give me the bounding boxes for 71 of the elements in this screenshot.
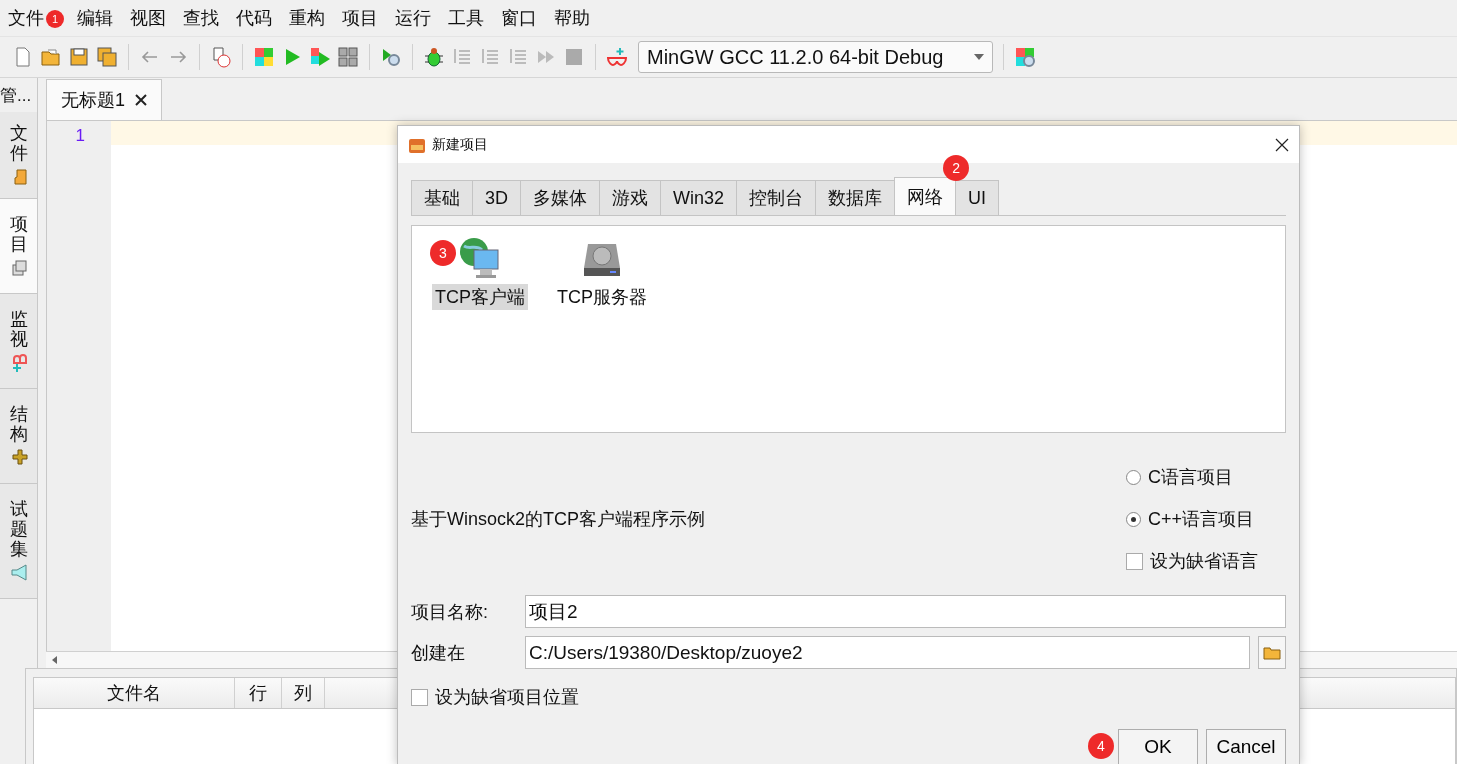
column-header: 行	[235, 678, 282, 708]
dropdown-caret-icon	[974, 54, 984, 60]
menu-item[interactable]: 查找	[183, 4, 219, 32]
category-tab[interactable]: Win32	[660, 180, 738, 215]
close-icon[interactable]	[1275, 137, 1289, 152]
globe-monitor-icon	[458, 236, 502, 280]
template-item[interactable]: TCP服务器	[554, 284, 650, 310]
field-label: 创建在	[411, 641, 466, 665]
radio-label: C语言项目	[1148, 466, 1233, 489]
menu-item[interactable]: 视图	[130, 4, 166, 32]
folder-icon	[1263, 645, 1281, 660]
pages-icon	[9, 258, 28, 277]
project-name-field[interactable]: 项目2	[525, 595, 1286, 628]
column-header: 文件名	[34, 678, 235, 708]
radio-label: C++语言项目	[1148, 508, 1255, 531]
menu-item[interactable]: 代码	[236, 4, 272, 32]
compiler-options-icon[interactable]	[1014, 46, 1036, 68]
checkbox[interactable]	[1126, 552, 1143, 570]
category-tab[interactable]: 游戏	[599, 180, 661, 215]
editor-tab[interactable]: 无标题1	[46, 79, 162, 120]
radio-button[interactable]	[1126, 511, 1141, 527]
template-description: 基于Winsock2的TCP客户端程序示例	[411, 508, 706, 531]
compile-run-icon[interactable]	[309, 46, 331, 68]
step-number-badge: 1	[46, 10, 64, 28]
location-field[interactable]: C:/Users/19380/Desktop/zuoye2	[525, 636, 1250, 669]
compiler-dropdown[interactable]: MinGW GCC 11.2.0 64-bit Debug	[638, 41, 993, 73]
template-item[interactable]: TCP客户端	[432, 284, 528, 310]
line-number: 1	[75, 125, 85, 147]
menu-item[interactable]: 工具	[448, 4, 484, 32]
category-tab[interactable]: 基础	[411, 180, 473, 215]
panel-title: 管...	[0, 84, 33, 107]
side-tab[interactable]: 试题集	[0, 484, 37, 599]
menu-item[interactable]: 重构	[289, 4, 325, 32]
menu-item[interactable]: 帮助	[554, 4, 590, 32]
checkbox[interactable]	[411, 688, 428, 706]
category-tab[interactable]: 控制台	[736, 180, 817, 215]
side-tab[interactable]: 项目	[0, 199, 37, 294]
scroll-left-icon[interactable]	[50, 655, 60, 665]
menu-item[interactable]: 项目	[342, 4, 378, 32]
browse-button[interactable]	[1258, 636, 1286, 669]
side-tab[interactable]: 文件	[0, 112, 37, 199]
category-tab[interactable]: UI	[955, 180, 1000, 215]
category-tab[interactable]: 多媒体	[520, 180, 600, 215]
stop-icon[interactable]	[563, 46, 585, 68]
step-number-badge: 3	[430, 240, 456, 266]
category-tab[interactable]: 3D	[472, 180, 521, 215]
menu-item[interactable]: 编辑	[77, 4, 113, 32]
save-all-icon[interactable]	[96, 46, 118, 68]
radio-button[interactable]	[1126, 469, 1141, 485]
dialog-title: 新建项目	[432, 135, 489, 154]
checkbox-label: 设为缺省项目位置	[435, 686, 579, 709]
field-label: 项目名称:	[411, 600, 489, 624]
menu-item[interactable]: 运行	[395, 4, 431, 32]
close-icon[interactable]	[135, 94, 147, 106]
bug-icon[interactable]	[423, 46, 445, 68]
open-folder-icon[interactable]	[40, 46, 62, 68]
column-header: 列	[282, 678, 325, 708]
four-squares-icon[interactable]	[337, 46, 359, 68]
category-tab[interactable]: 数据库	[815, 180, 896, 215]
save-icon[interactable]	[68, 46, 90, 68]
side-tab[interactable]: 监视	[0, 294, 37, 389]
add-watch-icon[interactable]	[606, 46, 628, 68]
dialog-button[interactable]: OK	[1118, 729, 1198, 764]
menu-item[interactable]: 文件	[8, 4, 44, 32]
compile-icon[interactable]	[253, 46, 275, 68]
step-number-badge: 4	[1088, 733, 1114, 759]
dialog-button[interactable]: Cancel	[1206, 729, 1286, 764]
side-tab[interactable]: 结构	[0, 389, 37, 484]
category-tab[interactable]: 网络	[894, 177, 957, 215]
menu-item[interactable]: 窗口	[501, 4, 537, 32]
checkbox-label: 设为缺省语言	[1150, 550, 1258, 573]
